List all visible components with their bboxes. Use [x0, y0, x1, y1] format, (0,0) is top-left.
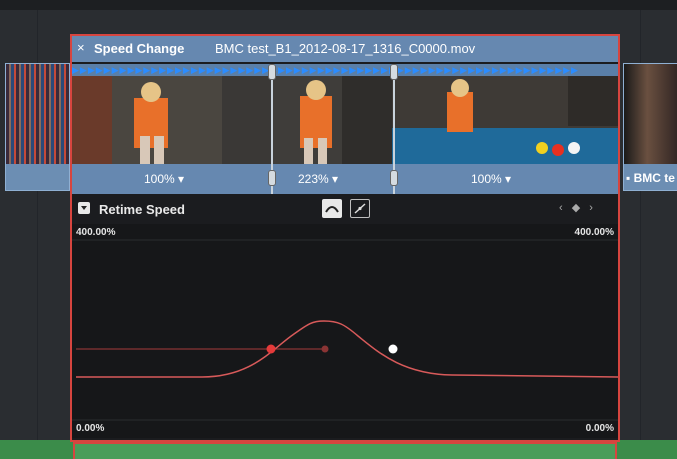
previous-clip[interactable] [5, 63, 70, 191]
bezier-curve-icon [325, 206, 339, 213]
speed-point-handle-top-1[interactable] [268, 64, 276, 80]
clip-thumbnails [72, 76, 618, 164]
close-icon[interactable]: × [77, 40, 85, 55]
previous-clip-thumbnail [6, 64, 69, 164]
retime-curve-label: Retime Speed [99, 202, 185, 217]
speed-row: 100% ▾ 223% ▾ 100% ▾ [72, 164, 618, 194]
next-clip-thumbnail [624, 64, 677, 164]
speed-point-handle-bottom-2[interactable] [390, 170, 398, 186]
segment-3-speed[interactable]: 100% ▾ [471, 172, 511, 186]
smooth-curve-button[interactable] [322, 199, 342, 218]
speed-point-handle-bottom-1[interactable] [268, 170, 276, 186]
keyframe-nav-controls[interactable]: ‹ ◆ › [559, 201, 596, 214]
thumbnail-frame-3 [392, 76, 618, 164]
clip-header: × Speed Change BMC test_B1_2012-08-17_13… [72, 36, 618, 62]
segment-2-speed[interactable]: 223% ▾ [298, 172, 338, 186]
speed-point-handle-top-2[interactable] [390, 64, 398, 80]
next-clip-label: ▪ BMC te [626, 171, 675, 185]
curve-type-dropdown-icon[interactable] [78, 202, 90, 214]
retime-curve-svg [72, 239, 618, 421]
linear-curve-button[interactable] [350, 199, 370, 218]
linear-curve-icon [354, 203, 366, 214]
timeline-top-strip [0, 0, 677, 10]
keyframe[interactable] [388, 344, 398, 354]
bezier-handle[interactable] [321, 345, 329, 353]
clip-title: Speed Change [94, 41, 185, 56]
speed-marker-row: ▶▶▶▶▶▶▶▶▶▶▶▶▶▶▶▶▶▶▶▶▶▶▶▶▶▶▶▶▶▶▶▶▶▶▶▶▶▶▶▶… [72, 64, 618, 76]
audio-clip[interactable] [73, 442, 617, 459]
keyframe-selected[interactable] [266, 344, 276, 354]
play-direction-arrows: ▶▶▶▶▶▶▶▶▶▶▶▶▶▶▶▶▶▶▶▶▶▶▶▶▶▶▶▶▶▶▶▶▶▶▶▶▶▶▶▶… [72, 65, 579, 75]
retime-toolbar: Retime Speed ‹ ◆ › [72, 194, 618, 224]
thumbnail-frame-2 [272, 76, 392, 164]
next-clip[interactable]: ▪ BMC te [623, 63, 677, 191]
clip-filename: BMC test_B1_2012-08-17_1316_C0000.mov [215, 41, 476, 56]
segment-1-speed[interactable]: 100% ▾ [144, 172, 184, 186]
speed-change-clip[interactable]: × Speed Change BMC test_B1_2012-08-17_13… [70, 34, 620, 442]
retime-curve-graph[interactable]: 400.00% 400.00% 0.00% 0.00% [72, 224, 618, 438]
thumbnail-frame-1 [72, 76, 272, 164]
